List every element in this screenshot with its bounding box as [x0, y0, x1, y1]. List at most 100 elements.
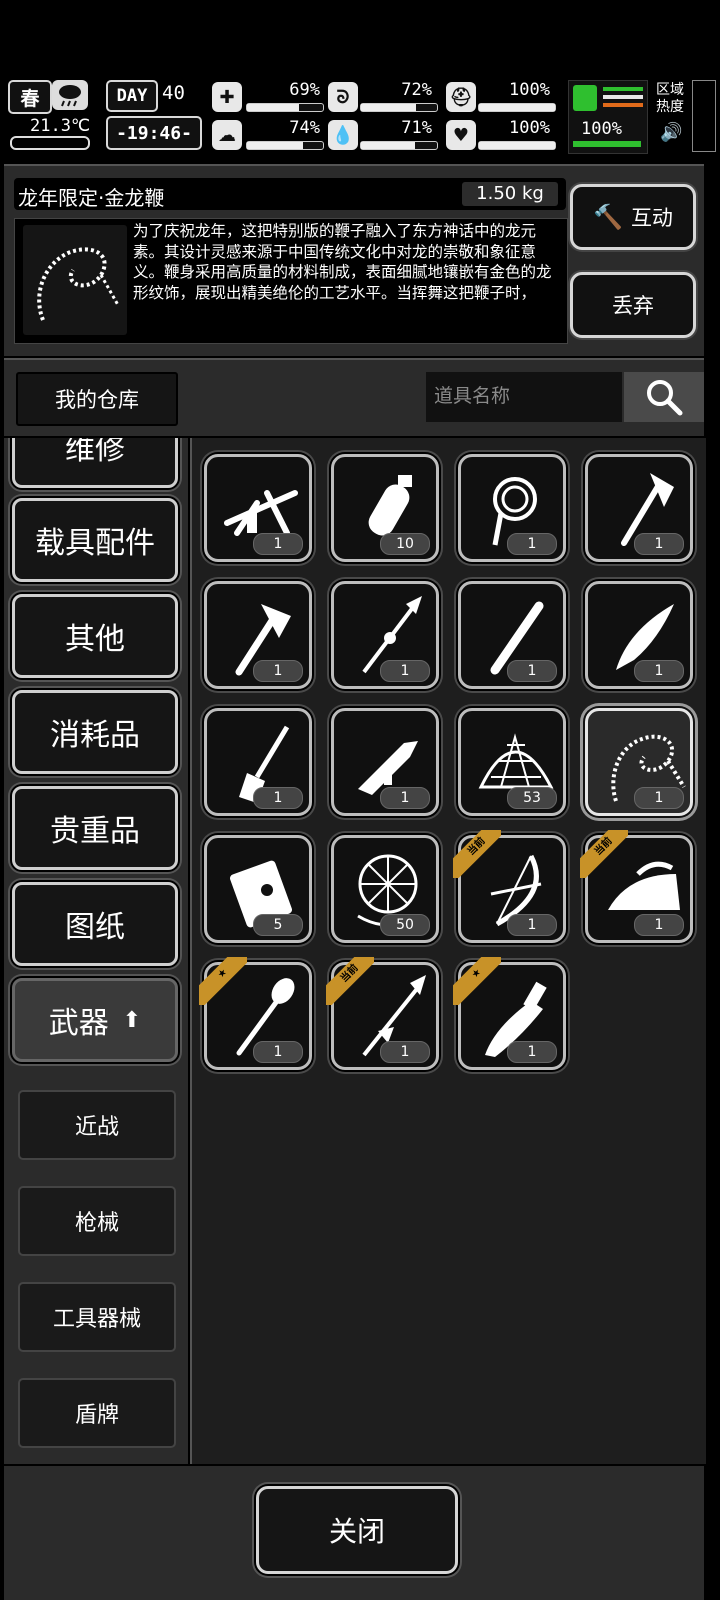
item-slot[interactable]: 1 ★	[199, 957, 312, 1070]
item-slot[interactable]: 1	[585, 581, 693, 689]
item-quantity: 1	[380, 787, 430, 809]
thirst-value: 71%	[401, 118, 432, 138]
item-quantity: 1	[253, 787, 303, 809]
item-quantity: 50	[380, 914, 430, 936]
category-repair[interactable]: 维修	[12, 438, 178, 488]
item-quantity: 1	[253, 660, 303, 682]
subcategory-shields[interactable]: 盾牌	[18, 1378, 176, 1448]
badge-label: 当前	[580, 830, 628, 878]
item-title-bar: 龙年限定·金龙鞭 1.50 kg	[14, 178, 566, 210]
item-slot[interactable]: 1	[331, 581, 439, 689]
brain-icon: ☁	[212, 120, 242, 150]
zone-heat-label: 区域 热度	[656, 82, 684, 115]
item-slot[interactable]: 50	[331, 835, 439, 943]
water-drop-icon: 💧	[328, 120, 358, 150]
item-slot[interactable]: 1	[331, 708, 439, 816]
item-slot[interactable]: 1	[585, 708, 693, 816]
boot-icon	[573, 85, 597, 111]
heat-meter	[692, 80, 716, 152]
my-warehouse-button[interactable]: 我的仓库	[16, 372, 178, 426]
arrow-up-icon: ⬆	[122, 1007, 142, 1033]
subcategory-melee[interactable]: 近战	[18, 1090, 176, 1160]
search-button[interactable]	[624, 372, 704, 422]
bottom-bar: 关闭	[4, 1466, 704, 1600]
badge-label: 当前	[453, 830, 501, 878]
item-slot[interactable]: 1	[458, 581, 566, 689]
search-icon	[647, 380, 683, 416]
temperature-value: 21.3℃	[30, 116, 91, 136]
item-quantity: 10	[380, 533, 430, 555]
category-consumables[interactable]: 消耗品	[12, 690, 178, 774]
item-slot[interactable]: 5	[204, 835, 312, 943]
item-grid: 1 10 1 1 1 1 1 1 1 1 53 1 5 50 1 当前 1 当前 1 ★ 1 当前 1 ★	[190, 438, 706, 1464]
item-slot[interactable]: 53	[458, 708, 566, 816]
speaker-icon[interactable]: 🔊	[660, 122, 682, 143]
item-quantity: 1	[634, 660, 684, 682]
mood-value: 100%	[509, 118, 550, 138]
category-blueprints[interactable]: 图纸	[12, 882, 178, 966]
hunger-value: 72%	[401, 80, 432, 100]
temperature-panel: 21.3℃	[8, 116, 90, 150]
item-slot[interactable]: 1 ★	[453, 957, 566, 1070]
sanity-bar	[246, 141, 324, 150]
sanity-value: 74%	[289, 118, 320, 138]
stamina-value: 100%	[581, 119, 622, 139]
item-slot[interactable]: 1 当前	[580, 830, 693, 943]
item-slot[interactable]: 1 当前	[326, 957, 439, 1070]
season-indicator: 春	[8, 80, 52, 114]
badge-label: 当前	[326, 957, 374, 1005]
item-slot[interactable]: 1	[458, 454, 566, 562]
item-description-box: 为了庆祝龙年，这把特别版的鞭子融入了东方神话中的龙元素。其设计灵感来源于中国传统…	[14, 218, 568, 344]
item-quantity: 1	[253, 1041, 303, 1063]
medkit-icon: ✚	[212, 82, 242, 112]
category-valuables[interactable]: 贵重品	[12, 786, 178, 870]
category-sidebar[interactable]: 维修 载具配件 其他 消耗品 贵重品 图纸 武器 ⬆ 近战 枪械 工具器械 盾牌	[4, 438, 188, 1464]
weather-rain-icon	[52, 80, 88, 110]
mood-bar	[478, 141, 556, 150]
item-name: 龙年限定·金龙鞭	[18, 186, 165, 210]
item-slot[interactable]: 1	[204, 708, 312, 816]
close-button[interactable]: 关闭	[256, 1486, 458, 1574]
health-value: 69%	[289, 80, 320, 100]
category-vehicle-parts[interactable]: 载具配件	[12, 498, 178, 582]
armor-value: 100%	[509, 80, 550, 100]
thermometer-icon	[10, 136, 90, 150]
item-slot[interactable]: 10	[331, 454, 439, 562]
status-bar: 春 21.3℃ DAY 40 -19:46- ✚ 69% ᘐ 72% ⛑ 100…	[0, 76, 720, 158]
armor-bar	[478, 103, 556, 112]
item-slot[interactable]: 1	[585, 454, 693, 562]
item-quantity: 1	[253, 533, 303, 555]
interact-button[interactable]: 🔨 互动	[570, 184, 696, 250]
equipped-badge: ★	[199, 957, 247, 1005]
item-description: 为了庆祝龙年，这把特别版的鞭子融入了东方神话中的龙元素。其设计灵感来源于中国传统…	[133, 222, 552, 302]
discard-label: 丢弃	[612, 294, 654, 318]
item-quantity: 1	[380, 1041, 430, 1063]
item-slot[interactable]: 1	[204, 581, 312, 689]
item-quantity: 1	[634, 533, 684, 555]
item-quantity: 1	[634, 787, 684, 809]
stamina-panel: 100%	[568, 80, 648, 154]
item-weight: 1.50 kg	[462, 182, 558, 206]
item-quantity: 1	[380, 660, 430, 682]
category-other[interactable]: 其他	[12, 594, 178, 678]
storage-toolbar: 我的仓库	[4, 358, 704, 436]
subcategory-firearms[interactable]: 枪械	[18, 1186, 176, 1256]
interact-label: 互动	[630, 206, 673, 230]
hunger-bar	[360, 103, 438, 112]
dragon-whip-icon	[23, 225, 127, 335]
item-quantity: 1	[634, 914, 684, 936]
day-number: 40	[162, 82, 185, 104]
discard-button[interactable]: 丢弃	[570, 272, 696, 338]
item-quantity: 5	[253, 914, 303, 936]
item-quantity: 1	[507, 533, 557, 555]
equipped-badge: ★	[453, 957, 501, 1005]
equipped-badge: 当前	[326, 957, 374, 1005]
item-slot[interactable]: 1	[204, 454, 312, 562]
helmet-icon: ⛑	[446, 82, 476, 112]
health-bar	[246, 103, 324, 112]
category-weapons[interactable]: 武器 ⬆	[12, 978, 178, 1062]
search-input[interactable]	[426, 372, 622, 422]
item-slot[interactable]: 1 当前	[453, 830, 566, 943]
thirst-bar	[360, 141, 438, 150]
subcategory-tools[interactable]: 工具器械	[18, 1282, 176, 1352]
